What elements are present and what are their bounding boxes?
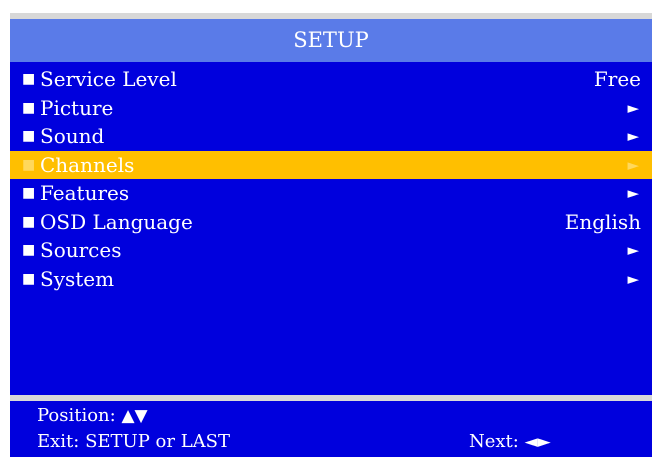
menu-title: SETUP <box>10 19 652 62</box>
menu-item-picture[interactable]: ■ Picture ► <box>10 94 652 123</box>
left-right-arrows-icon: ◄► <box>524 432 551 452</box>
position-label: Position: <box>37 405 116 426</box>
menu-item-label: System <box>40 266 115 291</box>
menu-item-sound[interactable]: ■ Sound ► <box>10 122 652 151</box>
up-down-arrows-icon: ▲▼ <box>121 406 148 426</box>
next-hint: Next: ◄► <box>469 431 551 452</box>
submenu-arrow-icon: ► <box>627 184 639 202</box>
menu-item-sources[interactable]: ■ Sources ► <box>10 236 652 265</box>
bullet-icon: ■ <box>22 156 36 173</box>
menu-item-label: Service Level <box>40 67 177 91</box>
menu-item-osd-language[interactable]: ■ OSD Language English <box>10 208 652 237</box>
position-hint: Position: ▲▼ <box>37 405 148 426</box>
help-footer: Position: ▲▼ Exit: SETUP or LAST Next: ◄… <box>10 401 652 457</box>
menu-item-label: Sources <box>40 238 122 262</box>
bullet-icon: ■ <box>22 270 36 287</box>
menu-item-channels[interactable]: ■ Channels ► <box>10 150 652 179</box>
exit-hint: Exit: SETUP or LAST <box>37 431 230 452</box>
menu-item-label: Sound <box>40 124 105 148</box>
submenu-arrow-icon: ► <box>627 127 639 145</box>
bullet-icon: ■ <box>22 213 36 230</box>
next-label: Next: <box>469 431 519 452</box>
submenu-arrow-icon: ► <box>627 98 639 117</box>
bullet-icon: ■ <box>22 242 36 258</box>
bullet-icon: ■ <box>22 71 36 87</box>
submenu-arrow-icon: ► <box>627 241 639 259</box>
menu-item-value: English <box>564 209 641 234</box>
setup-menu-panel: SETUP ■ Service Level Free ■ Picture ► ■… <box>10 13 652 457</box>
menu-item-system[interactable]: ■ System ► <box>10 265 652 294</box>
menu-item-label: Features <box>40 181 130 205</box>
menu-list: ■ Service Level Free ■ Picture ► ■ Sound… <box>10 65 652 293</box>
bullet-icon: ■ <box>22 185 36 201</box>
menu-item-label: Picture <box>40 95 114 120</box>
bullet-icon: ■ <box>22 99 36 116</box>
bullet-icon: ■ <box>22 128 36 144</box>
menu-item-label: OSD Language <box>40 209 193 234</box>
menu-item-features[interactable]: ■ Features ► <box>10 179 652 208</box>
menu-item-service-level[interactable]: ■ Service Level Free <box>10 65 652 94</box>
menu-item-label: Channels <box>40 152 135 177</box>
submenu-arrow-icon: ► <box>627 155 639 174</box>
menu-item-value: Free <box>593 67 641 91</box>
submenu-arrow-icon: ► <box>627 269 639 288</box>
